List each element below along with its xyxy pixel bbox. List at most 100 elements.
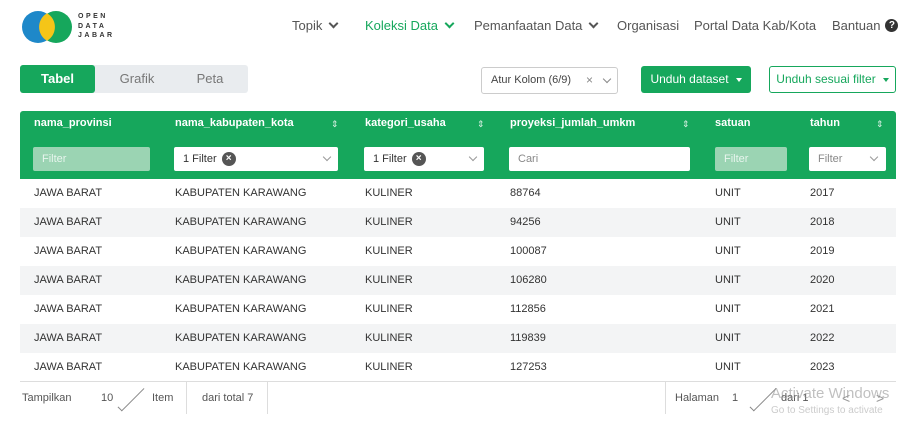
cell-tahun: 2023 bbox=[810, 361, 835, 373]
logo-line-3: JABAR bbox=[78, 32, 115, 39]
col-header-proyeksi-jumlah-umkm[interactable]: proyeksi_jumlah_umkm bbox=[510, 117, 635, 133]
table-footer: Tampilkan 10 Item dari total 7 Halaman 1… bbox=[20, 381, 896, 414]
cell-kategori-usaha: KULINER bbox=[365, 303, 413, 315]
sort-icon[interactable]: ⇕ bbox=[876, 119, 884, 130]
chevron-down-icon bbox=[602, 74, 612, 84]
cell-tahun: 2019 bbox=[810, 245, 835, 257]
chevron-down-icon[interactable] bbox=[117, 384, 145, 412]
page-label: Halaman bbox=[675, 392, 720, 404]
cell-tahun: 2018 bbox=[810, 216, 835, 228]
table-header: nama_provinsi nama_kabupaten_kota ⇕ kate… bbox=[20, 111, 896, 179]
cell-satuan: UNIT bbox=[715, 187, 741, 199]
cell-proyeksi-jumlah-umkm: 106280 bbox=[510, 274, 547, 286]
cell-proyeksi-jumlah-umkm: 112856 bbox=[510, 303, 546, 315]
chevron-down-icon bbox=[328, 18, 339, 28]
nav-bantuan[interactable]: Bantuan ? bbox=[832, 18, 899, 33]
cell-proyeksi-jumlah-umkm: 94256 bbox=[510, 216, 541, 228]
filter-count-label: 1 Filter bbox=[373, 153, 407, 165]
chevron-down-icon bbox=[869, 152, 879, 162]
show-label: Tampilkan bbox=[22, 392, 72, 404]
column-settings-select[interactable]: Atur Kolom (6/9) × bbox=[481, 67, 618, 94]
table-row: JAWA BARAT KABUPATEN KARAWANG KULINER 10… bbox=[20, 237, 896, 266]
cell-nama-provinsi: JAWA BARAT bbox=[34, 245, 103, 257]
sort-icon[interactable]: ⇕ bbox=[331, 119, 339, 130]
cell-proyeksi-jumlah-umkm: 88764 bbox=[510, 187, 541, 199]
tab-grafik[interactable]: Grafik bbox=[102, 65, 172, 93]
download-filtered-button[interactable]: Unduh sesuai filter bbox=[769, 66, 896, 93]
filter-nama-provinsi[interactable]: Filter bbox=[33, 147, 150, 171]
col-header-nama-provinsi[interactable]: nama_provinsi bbox=[34, 117, 112, 133]
clear-icon[interactable]: × bbox=[586, 68, 593, 93]
tab-tabel[interactable]: Tabel bbox=[20, 65, 95, 93]
filter-tahun-label: Filter bbox=[818, 153, 843, 165]
nav-koleksi-data-label: Koleksi Data bbox=[365, 18, 438, 33]
cell-nama-kabupaten-kota: KABUPATEN KARAWANG bbox=[175, 245, 307, 257]
clear-filter-icon[interactable]: × bbox=[221, 152, 236, 167]
top-header: OPEN DATA JABAR Topik Koleksi Data Peman… bbox=[0, 0, 905, 52]
cell-nama-kabupaten-kota: KABUPATEN KARAWANG bbox=[175, 361, 307, 373]
table-row: JAWA BARAT KABUPATEN KARAWANG KULINER 10… bbox=[20, 266, 896, 295]
nav-pemanfaatan-data[interactable]: Pemanfaatan Data bbox=[474, 18, 599, 33]
cell-nama-provinsi: JAWA BARAT bbox=[34, 361, 103, 373]
divider bbox=[665, 382, 666, 414]
filter-kategori-usaha[interactable]: 1 Filter × bbox=[364, 147, 484, 171]
view-tabs: Tabel Grafik Peta bbox=[20, 65, 248, 93]
data-table: nama_provinsi nama_kabupaten_kota ⇕ kate… bbox=[20, 111, 896, 414]
cell-proyeksi-jumlah-umkm: 119839 bbox=[510, 332, 546, 344]
nav-portal-kab-kota[interactable]: Portal Data Kab/Kota bbox=[694, 18, 816, 33]
filter-count-label: 1 Filter bbox=[183, 153, 217, 165]
search-proyeksi-jumlah-umkm[interactable]: Cari bbox=[509, 147, 690, 171]
cell-satuan: UNIT bbox=[715, 303, 741, 315]
cell-satuan: UNIT bbox=[715, 361, 741, 373]
cell-nama-provinsi: JAWA BARAT bbox=[34, 303, 103, 315]
filter-nama-kabupaten-kota[interactable]: 1 Filter × bbox=[174, 147, 338, 171]
column-settings-label: Atur Kolom (6/9) bbox=[491, 74, 572, 86]
activate-windows-watermark: Activate Windows bbox=[771, 385, 890, 402]
cell-proyeksi-jumlah-umkm: 127253 bbox=[510, 361, 547, 373]
search-placeholder: Cari bbox=[518, 153, 539, 165]
divider bbox=[267, 382, 268, 414]
cell-kategori-usaha: KULINER bbox=[365, 361, 413, 373]
total-label: dari total 7 bbox=[202, 392, 254, 404]
cell-kategori-usaha: KULINER bbox=[365, 216, 413, 228]
clear-filter-icon[interactable]: × bbox=[411, 152, 426, 167]
caret-down-icon bbox=[735, 77, 742, 82]
logo-text: OPEN DATA JABAR bbox=[78, 12, 118, 41]
cell-nama-provinsi: JAWA BARAT bbox=[34, 216, 103, 228]
download-dataset-button[interactable]: Unduh dataset bbox=[641, 66, 751, 93]
cell-satuan: UNIT bbox=[715, 274, 741, 286]
page-number-value[interactable]: 1 bbox=[732, 382, 738, 414]
page-size-value[interactable]: 10 bbox=[101, 382, 113, 414]
table-row: JAWA BARAT KABUPATEN KARAWANG KULINER 12… bbox=[20, 353, 896, 382]
nav-organisasi[interactable]: Organisasi bbox=[617, 18, 679, 33]
cell-nama-kabupaten-kota: KABUPATEN KARAWANG bbox=[175, 274, 307, 286]
col-header-nama-kabupaten-kota[interactable]: nama_kabupaten_kota bbox=[175, 117, 294, 133]
table-row: JAWA BARAT KABUPATEN KARAWANG KULINER 11… bbox=[20, 324, 896, 353]
table-row: JAWA BARAT KABUPATEN KARAWANG KULINER 88… bbox=[20, 179, 896, 208]
cell-satuan: UNIT bbox=[715, 332, 741, 344]
filter-tahun[interactable]: Filter bbox=[809, 147, 886, 171]
cell-kategori-usaha: KULINER bbox=[365, 245, 413, 257]
cell-nama-provinsi: JAWA BARAT bbox=[34, 187, 103, 199]
nav-organisasi-label: Organisasi bbox=[617, 18, 680, 33]
logo-line-1: OPEN bbox=[78, 13, 108, 20]
cell-satuan: UNIT bbox=[715, 216, 741, 228]
logo-mark-icon bbox=[22, 11, 72, 43]
nav-bantuan-label: Bantuan bbox=[832, 18, 881, 33]
open-data-jabar-logo[interactable]: OPEN DATA JABAR bbox=[21, 10, 121, 44]
cell-tahun: 2020 bbox=[810, 274, 835, 286]
chevron-down-icon bbox=[468, 152, 478, 162]
sort-icon[interactable]: ⇕ bbox=[682, 119, 690, 130]
nav-topik[interactable]: Topik bbox=[292, 18, 339, 33]
cell-nama-kabupaten-kota: KABUPATEN KARAWANG bbox=[175, 187, 307, 199]
nav-koleksi-data[interactable]: Koleksi Data bbox=[365, 18, 455, 33]
col-header-kategori-usaha[interactable]: kategori_usaha bbox=[365, 117, 446, 133]
filter-satuan[interactable]: Filter bbox=[715, 147, 787, 171]
cell-satuan: UNIT bbox=[715, 245, 741, 257]
col-header-tahun[interactable]: tahun bbox=[810, 117, 840, 133]
col-header-satuan[interactable]: satuan bbox=[715, 117, 750, 133]
sort-icon[interactable]: ⇕ bbox=[477, 119, 485, 130]
tab-peta[interactable]: Peta bbox=[175, 65, 245, 93]
table-row: JAWA BARAT KABUPATEN KARAWANG KULINER 11… bbox=[20, 295, 896, 324]
cell-tahun: 2021 bbox=[810, 303, 835, 315]
